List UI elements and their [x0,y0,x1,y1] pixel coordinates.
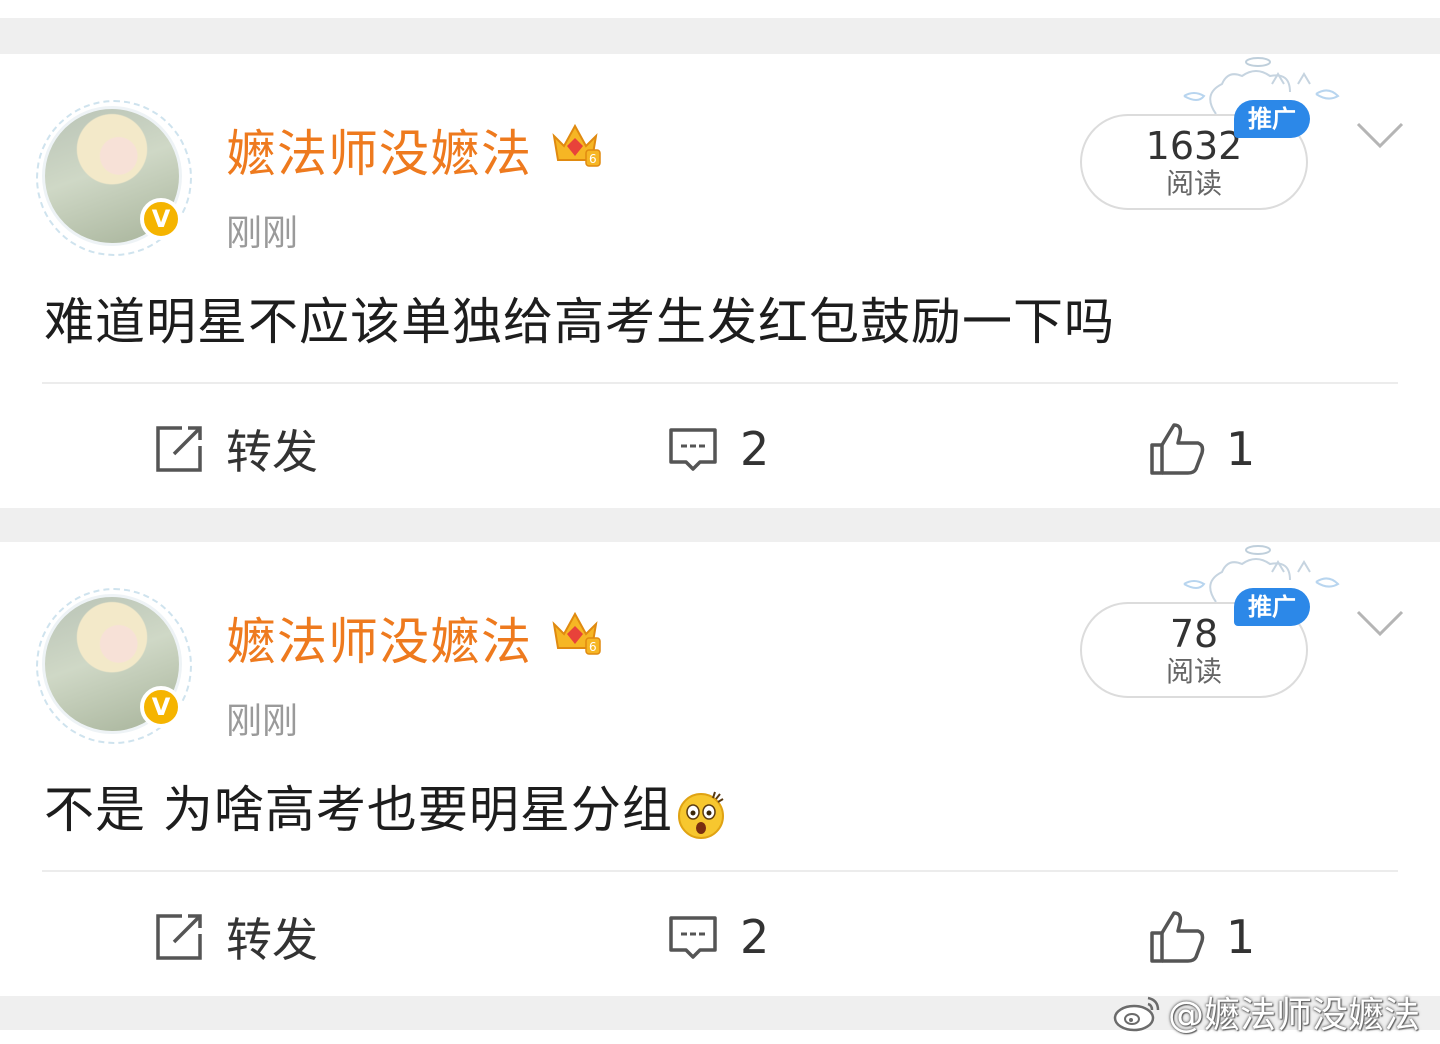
repost-label: 转发 [226,913,318,967]
post-card[interactable]: V 嬷法师没嬷法 6 刚刚 1632 阅读 推广 难道明星不应该单独给高考生发红… [0,54,1440,508]
repost-label: 转发 [226,425,318,479]
comment-count: 2 [740,422,770,476]
comment-icon [669,428,717,471]
read-label: 阅读 [1165,655,1222,688]
comment-icon [669,916,717,959]
divider [42,870,1398,872]
thumbs-up-icon [1150,423,1205,475]
like-count: 1 [1226,910,1256,964]
post-card[interactable]: V 嬷法师没嬷法 6 刚刚 78 阅读 推广 不是 为啥高考也要明星分组 转发 … [0,542,1440,996]
vip-crown-icon[interactable]: 6 [548,604,602,658]
comment-button[interactable]: 2 [666,414,769,484]
watermark: @嬷法师没嬷法 [1112,988,1420,1036]
post-text-content: 不是 为啥高考也要明星分组 [44,781,673,839]
like-button[interactable]: 1 [1148,414,1255,484]
promo-tag[interactable]: 推广 [1234,100,1310,138]
thumbs-up-icon [1150,911,1205,963]
post-text[interactable]: 不是 为啥高考也要明星分组 [44,770,727,842]
watermark-text: @嬷法师没嬷法 [1168,995,1421,1036]
repost-icon [156,426,202,472]
read-label: 阅读 [1165,167,1222,200]
previous-card-edge [0,0,1440,18]
username[interactable]: 嬷法师没嬷法 [226,114,532,186]
post-time: 刚刚 [226,213,299,254]
like-button[interactable]: 1 [1148,902,1255,972]
verified-badge-icon: V [140,198,182,240]
username[interactable]: 嬷法师没嬷法 [226,602,532,674]
svg-text:6: 6 [589,152,597,166]
promo-tag[interactable]: 推广 [1234,588,1310,626]
svg-text:6: 6 [589,640,597,654]
divider [42,382,1398,384]
surprised-face-icon [677,791,724,839]
chevron-down-icon[interactable] [1354,116,1406,156]
like-count: 1 [1226,422,1256,476]
repost-icon [156,914,202,960]
repost-button[interactable]: 转发 [152,902,318,972]
verified-badge-icon: V [140,686,182,728]
vip-crown-icon[interactable]: 6 [548,116,602,170]
post-time: 刚刚 [226,701,299,742]
repost-button[interactable]: 转发 [152,414,318,484]
comment-button[interactable]: 2 [666,902,769,972]
chevron-down-icon[interactable] [1354,604,1406,644]
weibo-logo-icon [1113,996,1160,1032]
comment-count: 2 [740,910,770,964]
post-text[interactable]: 难道明星不应该单独给高考生发红包鼓励一下吗 [44,282,1115,354]
avatar[interactable]: V [36,100,192,256]
avatar[interactable]: V [36,588,192,744]
